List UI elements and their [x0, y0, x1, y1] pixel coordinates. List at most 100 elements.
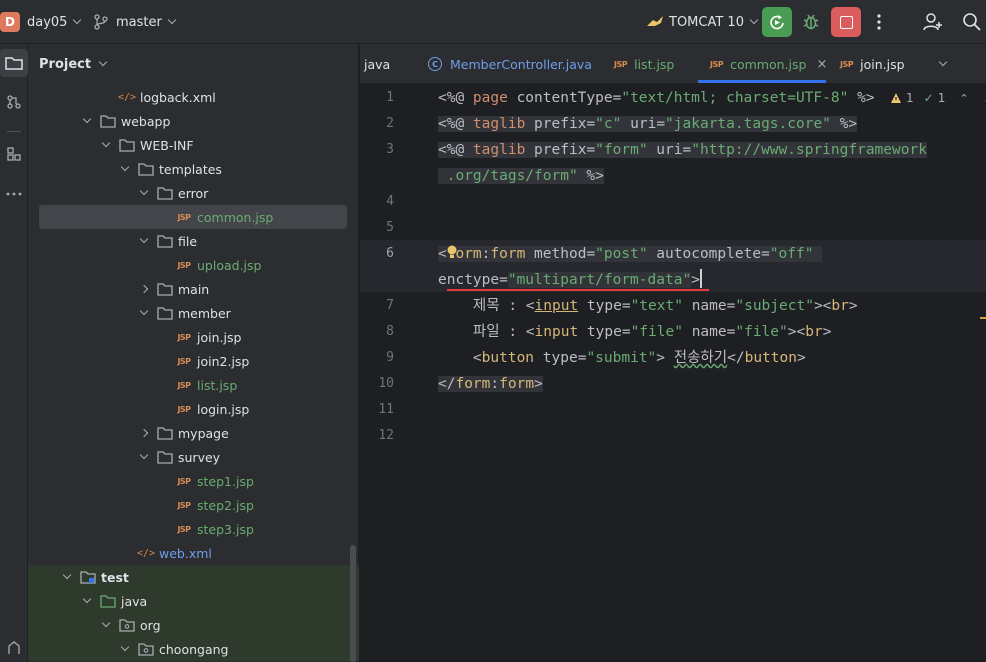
tree-file[interactable]: JSP join2.jsp	[28, 349, 359, 373]
chevron-down-icon	[938, 57, 948, 67]
chevron-down-icon[interactable]	[82, 594, 92, 606]
search-button[interactable]	[962, 0, 982, 44]
tree-folder[interactable]: test	[28, 565, 359, 589]
chevron-down-icon[interactable]	[139, 234, 149, 246]
line-number: 8	[386, 324, 394, 339]
chevron-down-icon[interactable]	[139, 450, 149, 462]
debug-button[interactable]	[801, 0, 821, 44]
chevron-down-icon[interactable]	[62, 570, 72, 582]
tree-file[interactable]: JSP step3.jsp	[28, 517, 359, 541]
tree-folder[interactable]: survey	[28, 445, 359, 469]
chevron-right-icon[interactable]	[139, 284, 149, 294]
tree-folder[interactable]: error	[28, 181, 359, 205]
chevron-down-icon	[167, 15, 177, 25]
tree-file[interactable]: </> logback.xml	[28, 85, 359, 109]
commit-icon	[7, 95, 21, 109]
chevron-down-icon	[98, 57, 108, 67]
more-tools-button[interactable]	[0, 180, 28, 208]
tab-common-jsp[interactable]: JSP common.jsp ×	[710, 44, 827, 84]
tree-folder[interactable]: WEB-INF	[28, 133, 359, 157]
tree-folder[interactable]: org	[28, 613, 359, 637]
run-config-name: TOMCAT 10	[669, 14, 744, 30]
tree-item-label: templates	[159, 161, 222, 177]
tab-list-jsp[interactable]: JSP list.jsp	[614, 44, 674, 84]
run-config-widget[interactable]: TOMCAT 10	[645, 0, 759, 44]
vcs-branch-widget[interactable]: master	[94, 0, 177, 44]
structure-tool-button[interactable]	[0, 140, 28, 168]
code-editor[interactable]: 1 ✓ 1 ⌃ ⌃ 123456789101112 <%@ page conte…	[360, 85, 986, 662]
tab-label: common.jsp	[730, 56, 807, 72]
tree-item-label: survey	[178, 449, 221, 465]
lightbulb-icon[interactable]	[446, 245, 458, 259]
chevron-down-icon	[749, 15, 759, 25]
jsp-icon: JSP	[710, 59, 724, 69]
more-actions-button[interactable]	[874, 0, 884, 44]
build-icon	[8, 641, 20, 654]
line-number: 5	[386, 220, 394, 235]
tree-folder[interactable]: file	[28, 229, 359, 253]
branch-name: master	[116, 14, 162, 30]
chevron-down-icon[interactable]: ⌃	[983, 92, 986, 105]
line-number: 3	[386, 142, 394, 157]
tree-folder[interactable]: main	[28, 277, 359, 301]
tree-item-label: web.xml	[159, 545, 212, 561]
tree-folder[interactable]: choongang	[28, 637, 359, 661]
tabs-dropdown-button[interactable]	[938, 44, 948, 84]
tree-folder[interactable]: templates	[28, 157, 359, 181]
chevron-down-icon	[73, 15, 82, 25]
commit-tool-button[interactable]	[0, 88, 28, 116]
line-number: 11	[378, 402, 394, 417]
code-line-1: <%@ page contentType="text/html; charset…	[438, 90, 875, 106]
chevron-down-icon[interactable]	[139, 186, 149, 198]
source-folder-icon	[100, 593, 116, 609]
warning-stripe[interactable]	[980, 317, 986, 319]
inspection-widget[interactable]: 1 ✓ 1 ⌃ ⌃	[890, 88, 986, 108]
stop-button[interactable]	[831, 0, 861, 44]
folder-icon	[157, 233, 173, 249]
tab-join-jsp[interactable]: JSP join.jsp	[840, 44, 905, 84]
add-user-button[interactable]	[922, 0, 944, 44]
editor-tabs: java C MemberController.java JSP list.js…	[360, 44, 986, 84]
package-icon	[138, 641, 154, 657]
tree-folder[interactable]: mypage	[28, 421, 359, 445]
chevron-up-icon[interactable]: ⌃	[959, 92, 968, 105]
tab-member-controller[interactable]: C MemberController.java	[428, 44, 592, 84]
tree-scrollbar[interactable]	[350, 545, 356, 662]
tree-file[interactable]: JSP join.jsp	[28, 325, 359, 349]
more-horizontal-icon	[6, 192, 22, 196]
project-panel-header[interactable]: Project	[28, 44, 358, 84]
search-icon	[963, 13, 981, 31]
tab-label: java	[364, 56, 391, 72]
bottom-tool-button[interactable]	[0, 634, 28, 662]
chevron-down-icon[interactable]	[120, 162, 130, 174]
tomcat-icon	[647, 16, 663, 26]
folder-icon	[157, 449, 173, 465]
close-icon[interactable]: ×	[816, 57, 827, 72]
tree-file[interactable]: JSP login.jsp	[28, 397, 359, 421]
tree-file[interactable]: </> web.xml	[28, 541, 359, 565]
tree-file[interactable]: JSP upload.jsp	[28, 253, 359, 277]
tree-folder[interactable]: member	[28, 301, 359, 325]
tree-folder[interactable]: webapp	[28, 109, 359, 133]
tree-file[interactable]: JSP step1.jsp	[28, 469, 359, 493]
chevron-down-icon[interactable]	[120, 642, 130, 654]
folder-icon	[119, 137, 135, 153]
code-line-10: </form:form>	[438, 376, 543, 392]
chevron-down-icon[interactable]	[101, 618, 111, 630]
folder-icon	[157, 305, 173, 321]
project-widget[interactable]: D day05	[0, 0, 82, 44]
tab-java[interactable]: java	[364, 44, 390, 84]
chevron-right-icon[interactable]	[139, 428, 149, 438]
tree-file[interactable]: JSP step2.jsp	[28, 493, 359, 517]
tree-file[interactable]: JSP common.jsp	[39, 205, 347, 229]
rerun-icon	[762, 7, 792, 37]
tree-file[interactable]: JSP list.jsp	[28, 373, 359, 397]
chevron-down-icon[interactable]	[101, 138, 111, 150]
tree-folder[interactable]: java	[28, 589, 359, 613]
chevron-down-icon[interactable]	[82, 114, 92, 126]
project-tool-button[interactable]	[0, 49, 28, 77]
code-line-2: <%@ taglib prefix="c" uri="jakarta.tags.…	[438, 116, 858, 132]
chevron-down-icon[interactable]	[139, 306, 149, 318]
rerun-button[interactable]	[762, 0, 792, 44]
bug-icon	[803, 14, 819, 30]
